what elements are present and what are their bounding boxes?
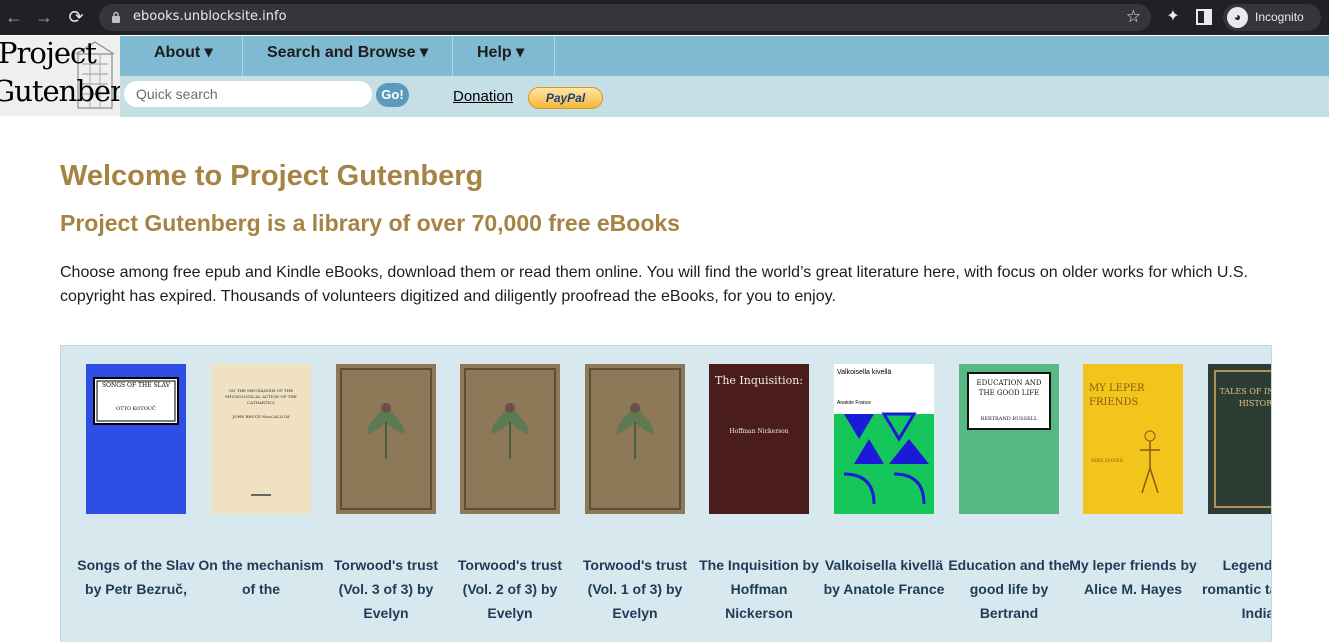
cover-title: ON THE MECHANISM OF THE PHYSIOLOGICAL AC… <box>225 388 297 405</box>
cover-title: TALES OF INDIAN HISTORY <box>1219 387 1272 408</box>
book-title[interactable]: Torwood's trust (Vol. 1 of 3) by Evelyn <box>571 553 699 625</box>
bookmark-star-icon[interactable]: ☆ <box>1126 7 1141 27</box>
book-cover[interactable] <box>336 364 436 514</box>
book-cover[interactable]: EDUCATION AND THE GOOD LIFE BERTRAND RUS… <box>959 364 1059 514</box>
menu-divider <box>452 36 453 76</box>
incognito-label: Incognito <box>1255 10 1304 24</box>
incognito-icon: ◕ <box>1227 7 1248 28</box>
book-title[interactable]: Education and the good life by Bertrand <box>945 553 1073 625</box>
cover-figure <box>1140 430 1160 494</box>
menu-about[interactable]: About ▾ <box>154 36 213 76</box>
cover-title: Valkoisella kivellä <box>837 369 892 376</box>
cover-title: MY LEPER FRIENDS <box>1089 383 1145 408</box>
main-menu: About ▾ Search and Browse ▾ Help ▾ <box>120 36 1329 76</box>
book-cover[interactable]: The Inquisition: Hoffman Nickerson <box>709 364 809 514</box>
cover-title: EDUCATION AND THE GOOD LIFE <box>976 379 1042 397</box>
lock-icon <box>112 11 120 23</box>
reload-icon[interactable]: ⟳ <box>65 6 87 28</box>
forward-arrow-icon[interactable]: → <box>33 6 55 28</box>
cover-title: The Inquisition: <box>714 374 804 387</box>
book-title[interactable]: My leper friends by Alice M. Hayes <box>1069 553 1197 601</box>
search-bar: Go! Donation PayPal <box>120 76 1329 117</box>
cover-title: SONGS OF THE SLAV <box>101 382 171 389</box>
go-button[interactable]: Go! <box>376 83 409 107</box>
book-cover[interactable] <box>460 364 560 514</box>
logo-text-line2: Gutenberg <box>0 74 120 108</box>
cover-author: Anatole France <box>837 400 871 406</box>
menu-divider <box>242 36 243 76</box>
menu-divider <box>554 36 555 76</box>
address-bar[interactable]: ebooks.unblocksite.info ☆ <box>99 4 1151 31</box>
intro-paragraph: Choose among free epub and Kindle eBooks… <box>60 264 1248 305</box>
book-title[interactable]: Songs of the Slav by Petr Bezruč, <box>72 553 200 601</box>
back-arrow-icon[interactable]: ← <box>3 6 25 28</box>
site-logo[interactable]: Project Gutenberg <box>0 36 120 116</box>
cover-author: Hoffman Nickerson <box>729 428 789 435</box>
book-title[interactable]: Valkoisella kivellä by Anatole France <box>820 553 948 601</box>
book-cover[interactable]: MY LEPER FRIENDS MRS HAYES <box>1083 364 1183 514</box>
donation-link[interactable]: Donation <box>453 88 513 105</box>
menu-help[interactable]: Help ▾ <box>477 36 524 76</box>
book-title[interactable]: Torwood's trust (Vol. 2 of 3) by Evelyn <box>446 553 574 625</box>
book-title[interactable]: On the mechanism of the <box>197 553 325 601</box>
page-subtitle: Project Gutenberg is a library of over 7… <box>60 210 680 236</box>
book-cover[interactable]: SONGS OF THE SLAV OTTO KOTOUČ <box>86 364 186 514</box>
cover-author: BERTRAND RUSSELL <box>980 416 1038 422</box>
book-cover[interactable]: ON THE MECHANISM OF THE PHYSIOLOGICAL AC… <box>211 364 311 514</box>
browser-toolbar: ← → ⟳ ebooks.unblocksite.info ☆ ✦ ◕ Inco… <box>0 0 1329 35</box>
cover-author: OTTO KOTOUČ <box>116 406 156 412</box>
cover-author: JOHN BRUCE MacCALLUM <box>232 414 290 419</box>
book-title[interactable]: Legendary romantic tales of India <box>1194 553 1271 625</box>
book-carousel: SONGS OF THE SLAV OTTO KOTOUČ Songs of t… <box>60 345 1272 642</box>
cover-imprint <box>251 494 271 496</box>
incognito-profile-button[interactable]: ◕ Incognito <box>1223 4 1321 31</box>
menu-search-and-browse[interactable]: Search and Browse ▾ <box>267 36 428 76</box>
cover-author: MRS HAYES <box>1091 458 1124 464</box>
extensions-puzzle-icon[interactable]: ✦ <box>1163 7 1183 27</box>
paypal-button[interactable]: PayPal <box>528 87 603 109</box>
url-text: ebooks.unblocksite.info <box>133 9 287 24</box>
book-cover[interactable] <box>585 364 685 514</box>
side-panel-icon[interactable] <box>1196 9 1212 25</box>
page-title: Welcome to Project Gutenberg <box>60 160 484 192</box>
book-title[interactable]: The Inquisition by Hoffman Nickerson <box>695 553 823 625</box>
book-cover[interactable]: TALES OF INDIAN HISTORY <box>1208 364 1272 514</box>
quick-search-input[interactable] <box>124 81 372 107</box>
book-title[interactable]: Torwood's trust (Vol. 3 of 3) by Evelyn <box>322 553 450 625</box>
book-cover[interactable]: Valkoisella kivellä Anatole France <box>834 364 934 514</box>
logo-text-line1: Project <box>0 36 97 70</box>
